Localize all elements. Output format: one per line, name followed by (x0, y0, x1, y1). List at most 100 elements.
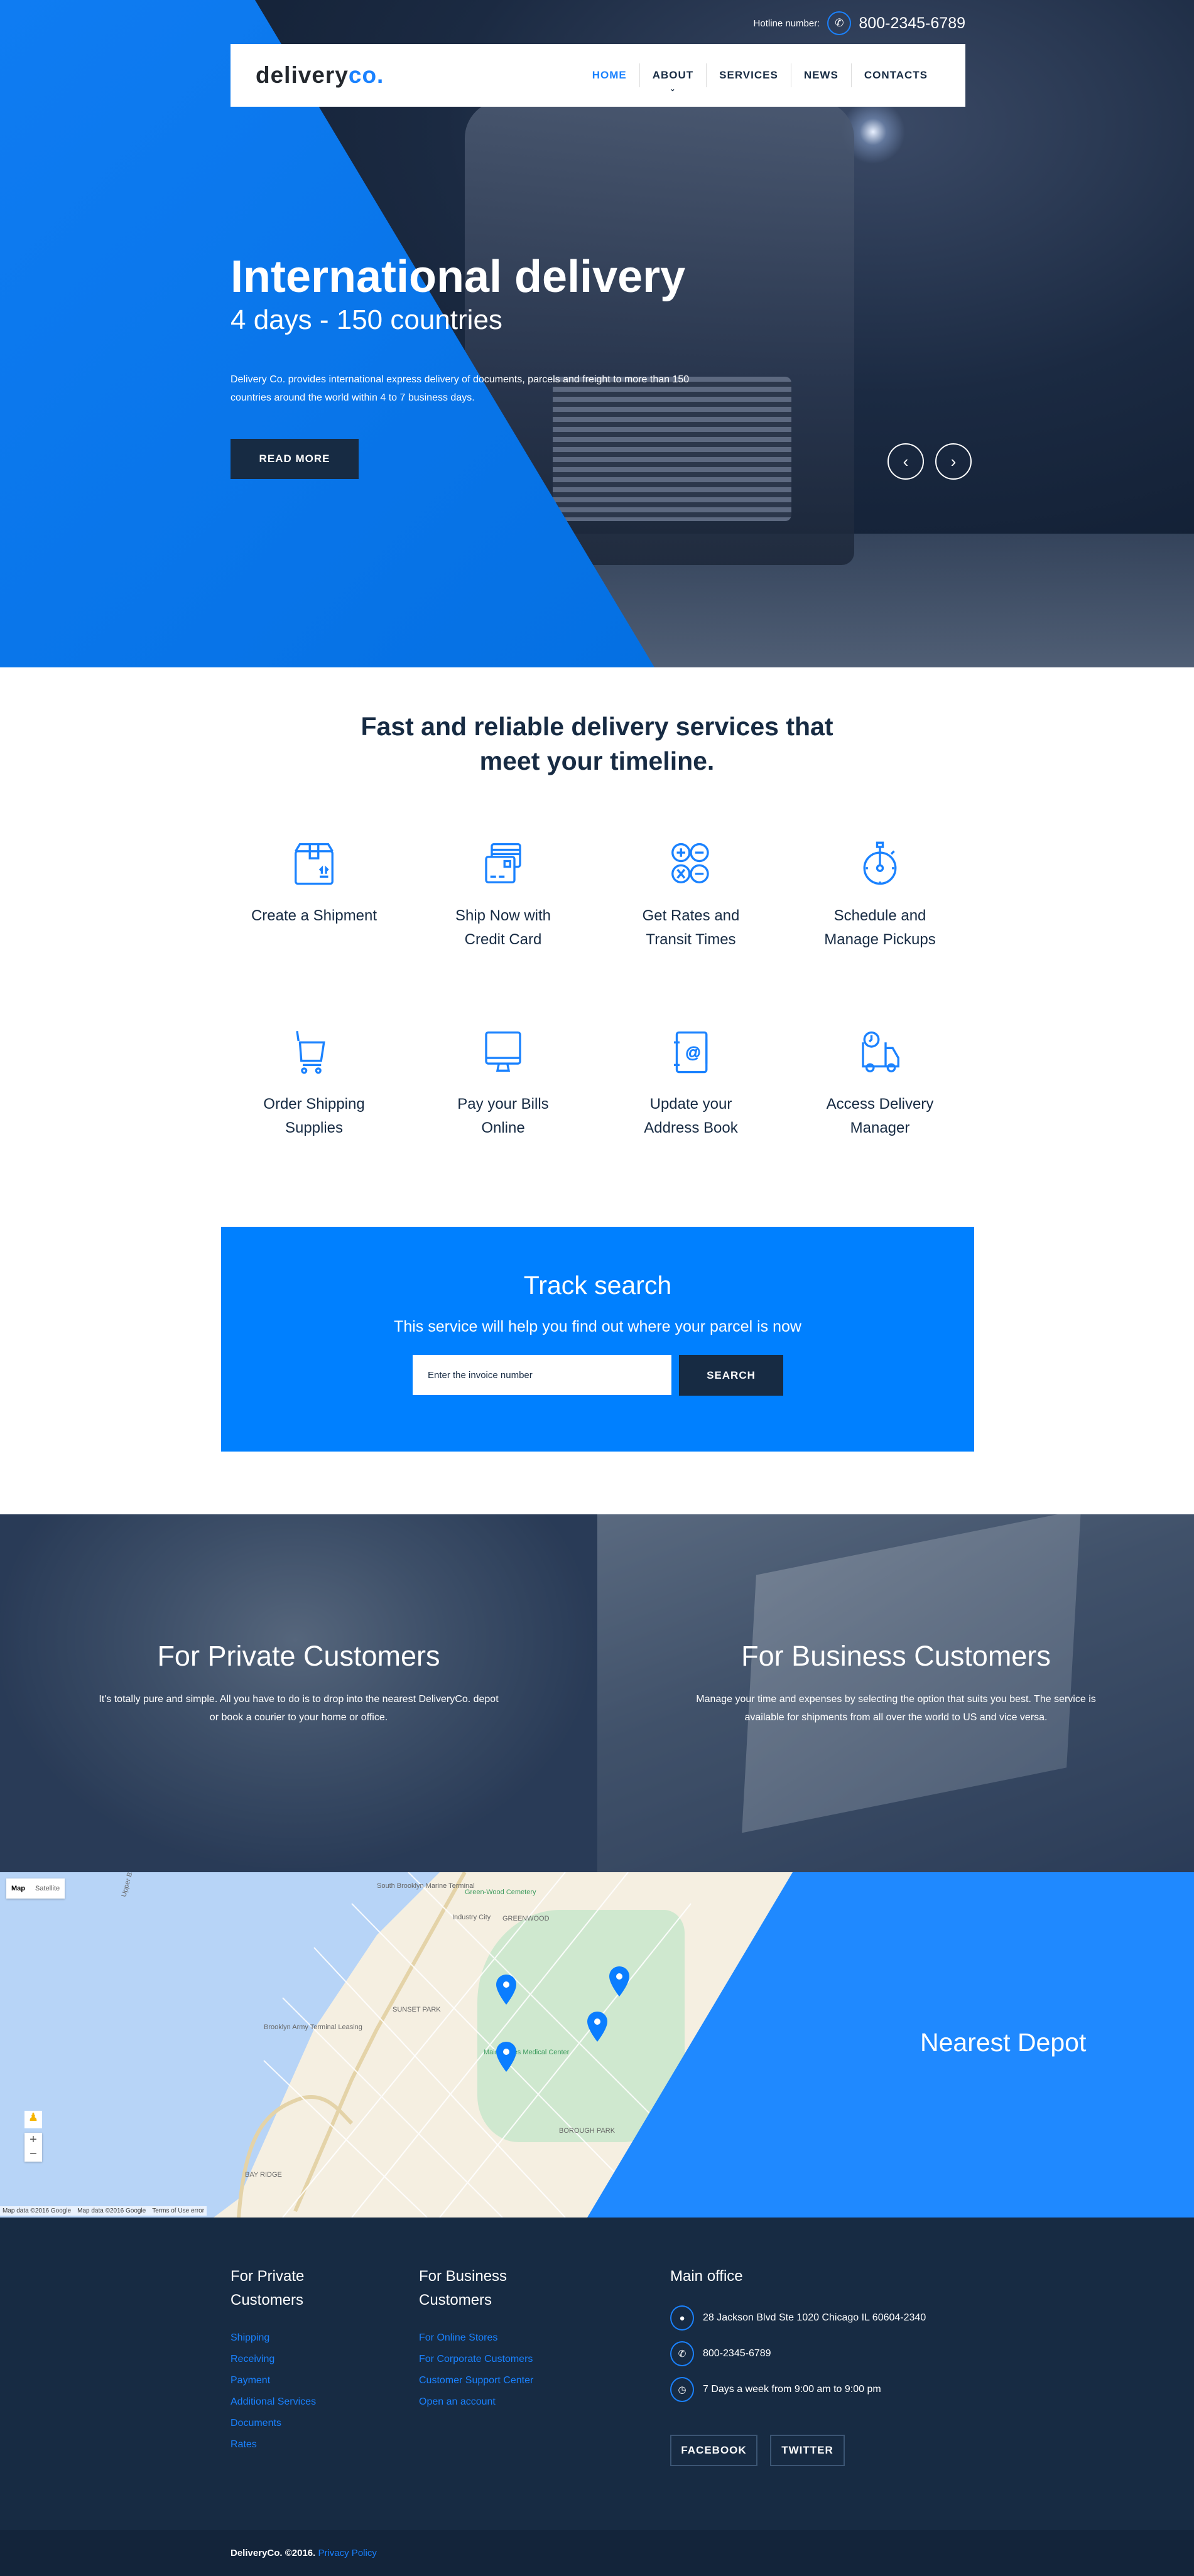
delivery-truck-icon (862, 1031, 899, 1073)
map-type-toggle: Map Satellite (6, 1878, 65, 1899)
navbar: deliveryco. HOME ABOUT ⌄ SERVICES NEWS CO… (231, 44, 965, 107)
hotline-label: Hotline number: (753, 18, 820, 29)
private-text: It's totally pure and simple. All you ha… (99, 1694, 499, 1723)
nav-about[interactable]: ABOUT ⌄ (639, 63, 706, 93)
track-subtitle: This service will help you find out wher… (394, 1318, 801, 1335)
nav-services[interactable]: SERVICES (706, 63, 791, 87)
svg-text:Industry City: Industry City (452, 1914, 491, 1921)
service-item[interactable]: Create a Shipment (220, 841, 408, 928)
clock-icon: ◷ (670, 2377, 694, 2402)
hotline-number[interactable]: 800-2345-6789 (859, 14, 965, 33)
svg-text:BOROUGH PARK: BOROUGH PARK (559, 2127, 616, 2135)
office-address: 28 Jackson Blvd Ste 1020 Chicago IL 6060… (703, 2312, 926, 2323)
footer-private-title: For Private Customers (231, 2268, 305, 2309)
service-label: Create a Shipment (251, 907, 377, 924)
monitor-icon (485, 1031, 521, 1072)
chevron-left-icon[interactable]: ‹ (887, 443, 924, 480)
pegman-icon[interactable]: ♟ (24, 2111, 42, 2128)
service-label: Pay your Bills Online (457, 1096, 549, 1136)
hotline: Hotline number: ✆ 800-2345-6789 (754, 11, 965, 35)
service-label: Order Shipping Supplies (263, 1096, 365, 1136)
svg-text:Brooklyn Army Terminal Leasing: Brooklyn Army Terminal Leasing (264, 2024, 362, 2031)
footer-office-title: Main office (670, 2268, 743, 2285)
track-search: Track search This service will help you … (221, 1227, 974, 1452)
nav-news[interactable]: NEWS (790, 63, 851, 87)
facebook-button[interactable]: FACEBOOK (670, 2435, 757, 2466)
svg-text:GREENWOOD: GREENWOOD (502, 1915, 550, 1922)
zoom-controls: + − (24, 2133, 42, 2162)
footer-link[interactable]: For Online Stores (419, 2332, 533, 2344)
nav-home[interactable]: HOME (580, 63, 639, 87)
footer-business-links: For Online Stores For Corporate Customer… (419, 2332, 533, 2408)
footer-link[interactable]: Payment (231, 2374, 316, 2387)
track-title: Track search (523, 1271, 672, 1300)
footer-link[interactable]: Documents (231, 2417, 316, 2430)
footer-business-title: For Business Customers (419, 2268, 507, 2309)
stopwatch-icon (863, 841, 897, 885)
map-type-satellite[interactable]: Satellite (30, 1878, 65, 1899)
footer-link[interactable]: Additional Services (231, 2396, 316, 2408)
service-item[interactable]: Order Shipping Supplies (220, 1030, 408, 1140)
office-phone[interactable]: 800-2345-6789 (703, 2348, 771, 2359)
address-book-icon: @ (674, 1031, 708, 1074)
hero-subtitle: 4 days - 150 countries (231, 304, 502, 335)
privacy-policy-link[interactable]: Privacy Policy (318, 2548, 376, 2558)
office-info: ● 28 Jackson Blvd Ste 1020 Chicago IL 606… (670, 2305, 926, 2402)
hero-slider: Hotline number: ✆ 800-2345-6789 delivery… (0, 0, 1194, 667)
business-customers-panel[interactable]: For Business Customers Manage your time … (597, 1514, 1194, 1872)
private-customers-panel[interactable]: For Private Customers It's totally pure … (0, 1514, 597, 1872)
map-label: South Brooklyn Marine Terminal (377, 1882, 475, 1890)
footer-link[interactable]: Rates (231, 2439, 316, 2451)
main-menu: HOME ABOUT ⌄ SERVICES NEWS CONTACTS (580, 63, 940, 93)
service-label: Access Delivery Manager (826, 1096, 934, 1136)
map-pin-icon[interactable] (587, 2012, 607, 2042)
map-pin-icon[interactable] (496, 2042, 516, 2072)
chevron-right-icon[interactable]: › (935, 443, 972, 480)
service-item[interactable]: Ship Now with Credit Card (409, 841, 597, 952)
copyright-text: DeliveryCo. ©2016. (231, 2548, 316, 2558)
map-pin-icon[interactable] (609, 1966, 629, 1997)
location-pin-icon: ● (670, 2305, 694, 2331)
footer: For Private Customers Shipping Receiving … (0, 2218, 1194, 2530)
phone-icon: ✆ (827, 11, 852, 35)
logo[interactable]: deliveryco. (256, 62, 384, 89)
map-pin-icon[interactable] (496, 1975, 516, 2005)
zoom-in-button[interactable]: + (24, 2133, 42, 2147)
private-title: For Private Customers (157, 1640, 440, 1672)
footer-link[interactable]: Open an account (419, 2396, 533, 2408)
search-button[interactable]: SEARCH (679, 1355, 783, 1396)
service-item[interactable]: Get Rates and Transit Times (597, 841, 785, 952)
service-item[interactable]: Pay your Bills Online (409, 1030, 597, 1140)
hero-text: Delivery Co. provides international expr… (231, 374, 690, 403)
svg-text:@: @ (685, 1045, 701, 1062)
phone-icon: ✆ (670, 2341, 694, 2366)
service-label: Get Rates and Transit Times (642, 907, 740, 948)
zoom-out-button[interactable]: − (24, 2147, 42, 2162)
nav-contacts[interactable]: CONTACTS (850, 63, 940, 87)
service-label: Update your Address Book (644, 1096, 738, 1136)
copyright-bar: DeliveryCo. ©2016. Privacy Policy (0, 2530, 1194, 2576)
service-item[interactable]: Schedule and Manage Pickups (786, 841, 974, 952)
calculator-icon (671, 843, 709, 883)
footer-link[interactable]: Customer Support Center (419, 2374, 533, 2387)
business-text: Manage your time and expenses by selecti… (696, 1694, 1096, 1723)
read-more-button[interactable]: READ MORE (231, 439, 359, 479)
service-item[interactable]: @ Update your Address Book (597, 1030, 785, 1140)
invoice-input[interactable] (413, 1355, 671, 1395)
footer-private-links: Shipping Receiving Payment Additional Se… (231, 2332, 316, 2451)
svg-text:Upper Bay: Upper Bay (120, 1872, 136, 1898)
service-label: Schedule and Manage Pickups (824, 907, 936, 948)
office-hours: 7 Days a week from 9:00 am to 9:00 pm (703, 2384, 881, 2395)
twitter-button[interactable]: TWITTER (770, 2435, 845, 2466)
service-item[interactable]: Access Delivery Manager (786, 1030, 974, 1140)
map-type-map[interactable]: Map (6, 1878, 30, 1899)
services-heading: Fast and reliable delivery services that… (361, 712, 833, 775)
chevron-down-icon: ⌄ (670, 85, 676, 93)
footer-link[interactable]: For Corporate Customers (419, 2353, 533, 2366)
package-icon (295, 843, 334, 885)
footer-link[interactable]: Shipping (231, 2332, 316, 2344)
footer-link[interactable]: Receiving (231, 2353, 316, 2366)
credit-card-icon (485, 843, 521, 883)
terms-link[interactable]: Terms of Use error (152, 2207, 204, 2214)
map-attribution: Map data ©2016 Google Map data ©2016 Goog… (0, 2206, 207, 2216)
